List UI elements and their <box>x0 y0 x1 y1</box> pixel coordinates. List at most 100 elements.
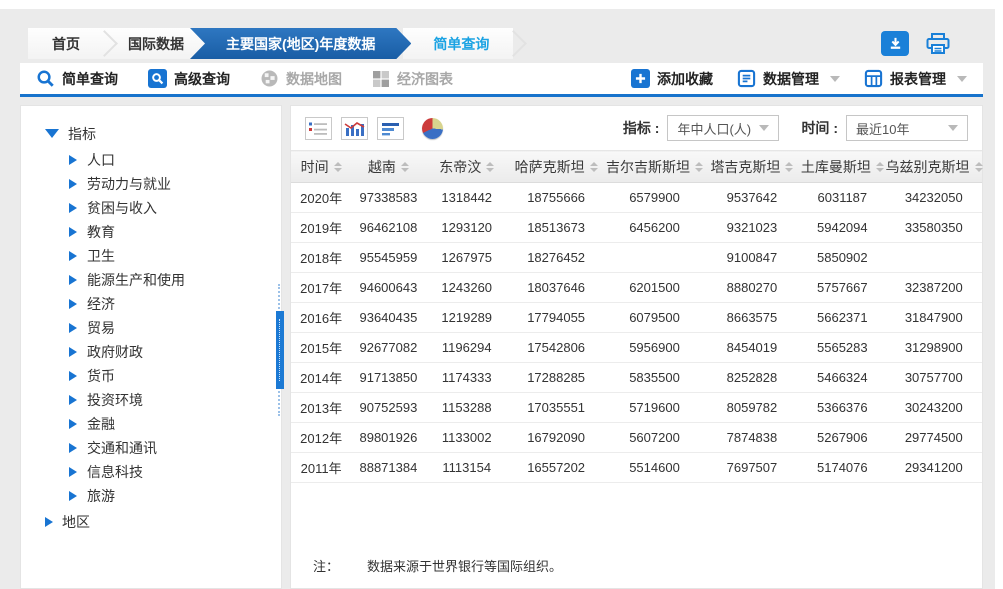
sidebar-item[interactable]: 交通和通讯 <box>69 436 281 460</box>
value-cell: 88871384 <box>351 453 425 483</box>
plus-icon <box>631 69 650 88</box>
sidebar-item[interactable]: 旅游 <box>69 484 281 508</box>
value-cell: 16557202 <box>508 453 604 483</box>
table-row: 2014年91713850117433317288285583550082528… <box>291 363 982 393</box>
value-cell: 18276452 <box>508 243 604 273</box>
data-map-button[interactable]: 数据地图 <box>260 69 342 89</box>
sidebar-item[interactable]: 政府财政 <box>69 340 281 364</box>
bar-chart-view-icon[interactable] <box>377 117 404 140</box>
sidebar-item-label: 劳动力与就业 <box>87 174 171 194</box>
data-management-button[interactable]: 数据管理 <box>737 69 840 89</box>
sort-icon[interactable] <box>785 162 793 172</box>
column-header[interactable]: 吉尔吉斯斯坦 <box>604 151 704 183</box>
value-cell: 1153288 <box>426 393 508 423</box>
value-cell: 1219289 <box>426 303 508 333</box>
sidebar-resizer[interactable] <box>276 311 284 389</box>
sort-icon[interactable] <box>975 162 983 172</box>
value-cell: 18755666 <box>508 183 604 213</box>
value-cell: 6579900 <box>604 183 704 213</box>
breadcrumb-international-data-tab[interactable]: 国际数据 <box>104 28 208 59</box>
sort-icon[interactable] <box>695 162 703 172</box>
breadcrumb-home-tab[interactable]: 首页 <box>28 28 104 59</box>
year-cell: 2012年 <box>291 423 351 453</box>
indicator-select[interactable]: 年中人口(人) <box>667 115 779 141</box>
column-header[interactable]: 土库曼斯坦 <box>799 151 885 183</box>
content-area: 指标 人口劳动力与就业贫困与收入教育卫生能源生产和使用经济贸易政府财政货币投资环… <box>20 105 983 589</box>
breadcrumb-simple-query-tab[interactable]: 简单查询 <box>403 28 513 59</box>
value-cell: 18513673 <box>508 213 604 243</box>
sidebar-item[interactable]: 贫困与收入 <box>69 196 281 220</box>
value-cell: 5514600 <box>604 453 704 483</box>
column-header[interactable]: 越南 <box>351 151 425 183</box>
value-cell: 6079500 <box>604 303 704 333</box>
sidebar-item[interactable]: 贸易 <box>69 316 281 340</box>
sidebar-root-indicators[interactable]: 指标 <box>45 121 281 146</box>
value-cell: 32387200 <box>886 273 982 303</box>
report-management-button[interactable]: 报表管理 <box>864 69 967 89</box>
sidebar-item-label: 卫生 <box>87 246 115 266</box>
sidebar-item-label: 人口 <box>87 150 115 170</box>
value-cell: 17542806 <box>508 333 604 363</box>
source-note: 注： 数据来源于世界银行等国际组织。 <box>313 556 562 575</box>
column-chart-view-icon[interactable] <box>341 117 368 140</box>
simple-query-button[interactable]: 简单查询 <box>36 69 118 89</box>
sidebar-item[interactable]: 劳动力与就业 <box>69 172 281 196</box>
sidebar-item[interactable]: 信息科技 <box>69 460 281 484</box>
advanced-query-button[interactable]: 高级查询 <box>148 69 230 89</box>
indicator-filter-label: 指标 : <box>623 118 660 138</box>
indicator-sidebar: 指标 人口劳动力与就业贫困与收入教育卫生能源生产和使用经济贸易政府财政货币投资环… <box>20 105 282 589</box>
value-cell: 1196294 <box>426 333 508 363</box>
sort-icon[interactable] <box>590 162 598 172</box>
table-row: 2020年97338583131844218755666657990095376… <box>291 183 982 213</box>
value-cell: 5267906 <box>799 423 885 453</box>
sidebar-item[interactable]: 金融 <box>69 412 281 436</box>
value-cell: 18037646 <box>508 273 604 303</box>
value-cell: 17035551 <box>508 393 604 423</box>
column-header[interactable]: 哈萨克斯坦 <box>508 151 604 183</box>
value-cell: 5757667 <box>799 273 885 303</box>
sidebar-item[interactable]: 货币 <box>69 364 281 388</box>
value-cell: 7874838 <box>705 423 799 453</box>
value-cell <box>604 243 704 273</box>
caret-right-icon <box>69 275 77 285</box>
sort-icon[interactable] <box>486 162 494 172</box>
sidebar-item-label: 旅游 <box>87 486 115 506</box>
sidebar-item[interactable]: 经济 <box>69 292 281 316</box>
chevron-down-icon <box>830 76 840 82</box>
value-cell: 1243260 <box>426 273 508 303</box>
sidebar-item-label: 货币 <box>87 366 115 386</box>
column-header[interactable]: 乌兹别克斯坦 <box>886 151 982 183</box>
view-switcher-row: 指标 : 年中人口(人) 时间 : 最近10年 <box>291 106 982 150</box>
column-header[interactable]: 时间 <box>291 151 351 183</box>
time-select[interactable]: 最近10年 <box>846 115 968 141</box>
sidebar-root-regions[interactable]: 地区 <box>45 509 281 534</box>
column-header[interactable]: 塔吉克斯坦 <box>705 151 799 183</box>
sort-icon[interactable] <box>334 162 342 172</box>
sort-icon[interactable] <box>401 162 409 172</box>
indicator-select-value: 年中人口(人) <box>677 119 751 138</box>
sidebar-item[interactable]: 教育 <box>69 220 281 244</box>
table-view-icon[interactable] <box>305 117 332 140</box>
caret-right-icon <box>69 491 77 501</box>
advanced-search-icon <box>148 69 167 88</box>
caret-down-icon <box>45 129 59 138</box>
column-header[interactable]: 东帝汶 <box>426 151 508 183</box>
data-map-icon <box>260 69 279 88</box>
download-button[interactable] <box>881 31 909 56</box>
year-cell: 2015年 <box>291 333 351 363</box>
add-favorite-button[interactable]: 添加收藏 <box>631 69 713 89</box>
print-button[interactable] <box>923 31 953 57</box>
economic-chart-button[interactable]: 经济图表 <box>372 69 453 89</box>
sidebar-item-label: 教育 <box>87 222 115 242</box>
breadcrumb-annual-data-tab-active[interactable]: 主要国家(地区)年度数据 <box>190 28 411 59</box>
advanced-query-label: 高级查询 <box>174 69 230 89</box>
pie-chart-view-icon[interactable] <box>419 117 446 140</box>
value-cell <box>886 243 982 273</box>
value-cell: 30243200 <box>886 393 982 423</box>
sidebar-item[interactable]: 卫生 <box>69 244 281 268</box>
sidebar-item[interactable]: 投资环境 <box>69 388 281 412</box>
sort-icon[interactable] <box>876 162 884 172</box>
sidebar-item[interactable]: 能源生产和使用 <box>69 268 281 292</box>
caret-right-icon <box>69 179 77 189</box>
sidebar-item[interactable]: 人口 <box>69 148 281 172</box>
